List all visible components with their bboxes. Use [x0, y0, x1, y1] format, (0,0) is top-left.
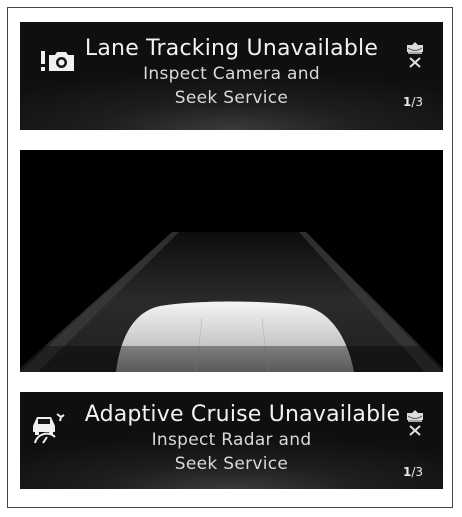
page-total: /3 — [411, 465, 423, 479]
alert-line-1: Inspect Radar and — [151, 430, 312, 450]
road-graphic — [20, 232, 443, 372]
mute-alert-icon[interactable] — [404, 408, 426, 438]
camera-road-view — [20, 150, 443, 372]
alert-title: Adaptive Cruise Unavailable — [84, 402, 401, 427]
mute-alert-icon[interactable] — [404, 40, 426, 70]
lane-tracking-alert: Lane Tracking Unavailable Inspect Camera… — [20, 22, 443, 130]
page-total: /3 — [411, 95, 423, 109]
page-indicator: 1/3 — [403, 465, 423, 479]
page-indicator: 1/3 — [403, 95, 423, 109]
alert-line-2: Seek Service — [174, 88, 289, 108]
alert-line-1: Inspect Camera and — [143, 64, 320, 84]
alert-line-2: Seek Service — [174, 454, 289, 474]
alert-title: Lane Tracking Unavailable — [84, 36, 379, 61]
adaptive-cruise-alert: Adaptive Cruise Unavailable Inspect Rada… — [20, 392, 443, 489]
